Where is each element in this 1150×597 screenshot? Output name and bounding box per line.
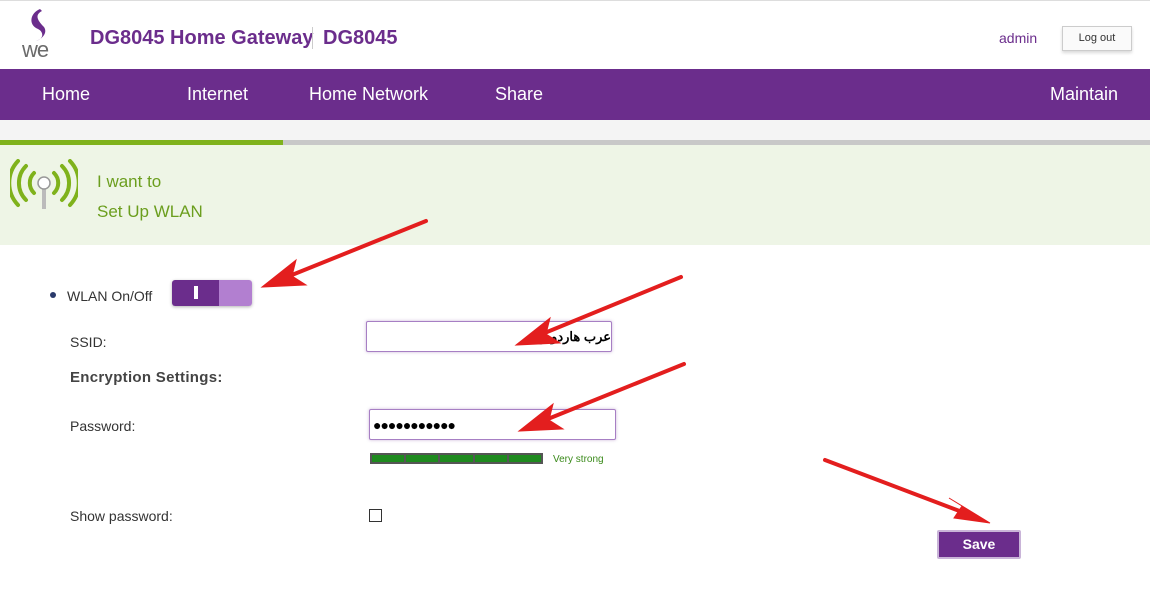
wifi-signal-icon [10,159,78,209]
wizard-intro-text: I want to [97,172,162,191]
nav-share[interactable]: Share [495,84,543,105]
ssid-input[interactable]: عرب هاردوير [366,321,612,352]
arrowhead-save-icon [948,497,991,524]
logout-button[interactable]: Log out [1062,26,1132,51]
ssid-label: SSID: [70,334,107,350]
bullet-icon [50,292,56,298]
strength-segment [474,455,507,462]
password-input[interactable]: ●●●●●●●●●●● [369,409,616,440]
show-password-label: Show password: [70,508,173,524]
page-title: DG8045 Home Gateway [90,27,314,49]
wizard-spacer [0,120,1150,140]
app-header: we DG8045 Home Gateway DG8045 admin Log … [0,0,1150,69]
username-link[interactable]: admin [999,30,1037,46]
nav-internet[interactable]: Internet [187,84,248,105]
wizard-banner: I want to Set Up WLAN [0,145,1150,245]
main-nav: Home Internet Home Network Share Maintai… [0,69,1150,120]
save-button[interactable]: Save [937,530,1021,559]
strength-segment [508,455,542,462]
model-name: DG8045 [323,27,398,49]
nav-maintain[interactable]: Maintain [1050,84,1118,105]
strength-segment [372,455,405,462]
password-strength-label: Very strong [553,454,604,465]
nav-home-network[interactable]: Home Network [309,84,428,105]
wlan-toggle-label: WLAN On/Off [67,288,153,304]
password-strength-meter [370,453,543,464]
wizard-task-text: Set Up WLAN [97,202,203,221]
password-label: Password: [70,418,136,434]
title-divider [312,27,313,49]
ssid-input-value: عرب هاردوير [540,328,611,344]
nav-home[interactable]: Home [42,84,90,105]
password-input-value: ●●●●●●●●●●● [373,416,456,433]
logo-text: we [22,37,49,62]
toggle-on-mark-icon [194,286,198,299]
wlan-toggle[interactable] [172,280,252,306]
arrowhead-toggle-icon [260,258,308,288]
strength-segment [440,455,473,462]
strength-segment [406,455,439,462]
wlan-toggle-knob[interactable] [219,280,252,306]
arrow-to-save-icon [823,458,972,517]
show-password-checkbox[interactable] [369,509,382,522]
encryption-settings-heading: Encryption Settings: [70,369,223,386]
